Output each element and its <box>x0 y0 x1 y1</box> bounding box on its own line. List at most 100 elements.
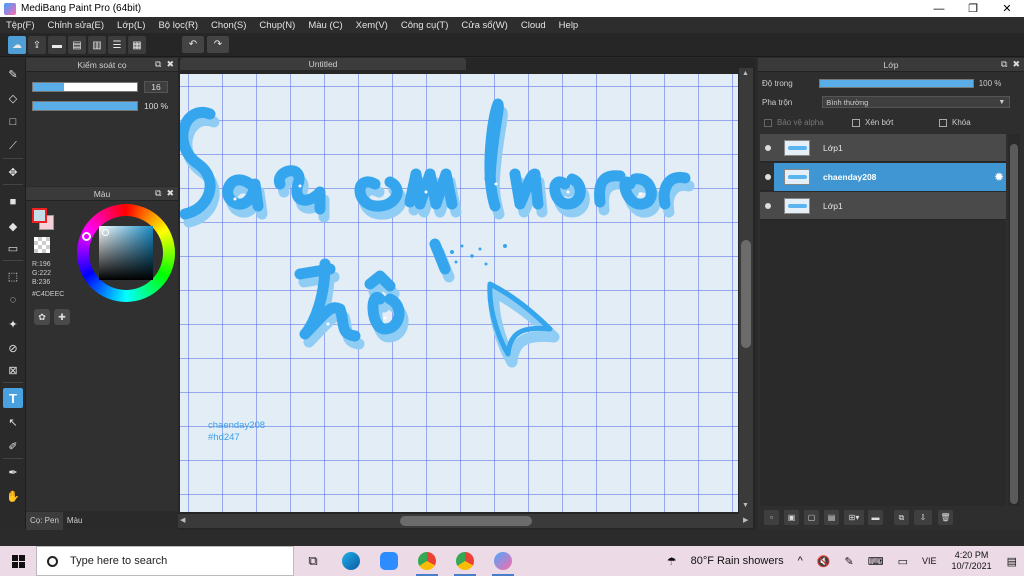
close-panel-icon[interactable]: ✖ <box>166 59 174 70</box>
chrome-profile-icon[interactable] <box>446 546 484 576</box>
keyboard-icon[interactable]: ⌨ <box>868 555 884 568</box>
upload-icon[interactable]: ⇪ <box>28 36 46 54</box>
taskbar-search[interactable]: Type here to search <box>36 546 294 576</box>
edge-icon[interactable] <box>332 546 370 576</box>
menu-window[interactable]: Cửa sổ(W) <box>461 20 507 31</box>
new-layer-icon[interactable]: ▫ <box>764 510 779 525</box>
hue-marker[interactable] <box>82 232 91 241</box>
new-8bit-layer-icon[interactable]: ▢ <box>804 510 819 525</box>
transparent-color-swatch[interactable] <box>34 237 50 253</box>
lock-checkbox[interactable]: Khóa <box>939 118 971 127</box>
brush-tool-icon[interactable]: ✎ <box>3 64 23 84</box>
vertical-scroll-thumb[interactable] <box>741 240 751 348</box>
clipping-checkbox[interactable]: Xén bớt <box>852 118 893 127</box>
grid-icon[interactable]: ▦ <box>128 36 146 54</box>
dot-tool-icon[interactable]: □ <box>3 112 23 132</box>
menu-filter[interactable]: Bộ lọc(R) <box>158 20 198 31</box>
move-tool-icon[interactable]: ✥ <box>3 162 23 182</box>
drawing-canvas[interactable]: chaenday208 #hd247 <box>180 74 738 512</box>
scroll-left-icon[interactable]: ◀ <box>180 516 185 524</box>
close-panel-icon[interactable]: ✖ <box>1012 59 1020 70</box>
blur-tool-icon[interactable]: ⟋ <box>3 136 23 156</box>
new-1bit-layer-icon[interactable]: ▤ <box>824 510 839 525</box>
duplicate-layer-icon[interactable]: ⧉ <box>894 510 909 525</box>
list-icon[interactable]: ☰ <box>108 36 126 54</box>
menu-capture[interactable]: Chụp(N) <box>259 20 295 31</box>
close-panel-icon[interactable]: ✖ <box>166 188 174 199</box>
undo-icon[interactable]: ↶ <box>182 36 204 53</box>
lasso-tool-icon[interactable]: ◌ <box>3 290 23 310</box>
pen-icon[interactable]: ✎ <box>845 555 854 568</box>
new-halftone-layer-icon[interactable]: ▣ <box>784 510 799 525</box>
eraser-tool-icon[interactable]: ◇ <box>3 88 23 108</box>
folder-icon[interactable]: ▬ <box>868 510 883 525</box>
scroll-down-icon[interactable]: ▼ <box>742 502 749 509</box>
text-tool-icon[interactable]: T <box>3 388 23 408</box>
undock-icon[interactable]: ⧉ <box>155 188 161 199</box>
sv-marker[interactable] <box>102 229 109 236</box>
undock-icon[interactable]: ⧉ <box>155 59 161 70</box>
menu-cloud[interactable]: Cloud <box>521 20 546 31</box>
document-icon[interactable]: ▥ <box>88 36 106 54</box>
delete-layer-icon[interactable]: 🗑 <box>938 510 953 525</box>
minimize-button[interactable]: — <box>922 0 956 17</box>
task-view-icon[interactable]: ⧉ <box>294 546 332 576</box>
menu-file[interactable]: Tệp(F) <box>6 20 35 31</box>
input-language[interactable]: VIE <box>922 556 937 566</box>
chat-icon[interactable]: ▤ <box>68 36 86 54</box>
menu-layer[interactable]: Lớp(L) <box>117 20 145 31</box>
redo-icon[interactable]: ↷ <box>207 36 229 53</box>
menu-color[interactable]: Màu (C) <box>308 20 342 31</box>
color-wheel[interactable] <box>77 204 175 302</box>
merge-layer-icon[interactable]: ⇩ <box>914 510 932 525</box>
scroll-right-icon[interactable]: ▶ <box>743 516 748 524</box>
brush-size-value[interactable]: 16 <box>144 81 168 93</box>
fill-bucket-icon[interactable]: ◆ <box>3 216 23 236</box>
medibang-taskbar-icon[interactable] <box>484 546 522 576</box>
display-icon[interactable]: ▭ <box>898 555 908 568</box>
scroll-up-icon[interactable]: ▲ <box>742 70 749 77</box>
hand-tool-icon[interactable]: ✋ <box>3 486 23 506</box>
document-tab[interactable]: Untitled <box>180 58 466 70</box>
gear-icon[interactable]: ✹ <box>994 170 1004 184</box>
comment-icon[interactable]: ▬ <box>48 36 66 54</box>
primary-color-swatch[interactable] <box>32 208 47 223</box>
clock[interactable]: 4:20 PM 10/7/2021 <box>952 550 992 572</box>
weather-icon[interactable]: ☂ <box>667 555 677 568</box>
select-rect-icon[interactable]: ⬚ <box>3 266 23 286</box>
menu-view[interactable]: Xem(V) <box>356 20 388 31</box>
visibility-icon[interactable] <box>765 202 771 209</box>
weather-text[interactable]: 80°F Rain showers <box>691 555 784 567</box>
rectangle-tool-icon[interactable]: ■ <box>3 192 23 212</box>
visibility-icon[interactable] <box>765 173 771 180</box>
brush-size-slider[interactable] <box>32 82 138 92</box>
layer-item-selected[interactable]: chaenday208 ✹ <box>760 163 1006 191</box>
operation-tool-icon[interactable]: ↖ <box>3 412 23 432</box>
magic-wand-icon[interactable]: ✦ <box>3 314 23 334</box>
start-button[interactable] <box>0 546 36 576</box>
brush-opacity-slider[interactable] <box>32 101 138 111</box>
visibility-icon[interactable] <box>765 144 771 151</box>
maximize-button[interactable]: ❐ <box>956 0 990 17</box>
menu-help[interactable]: Help <box>559 20 579 31</box>
volume-mute-icon[interactable]: 🔇 <box>817 555 831 568</box>
tab-brush[interactable]: Cọ: Pen <box>26 512 63 530</box>
layer-item[interactable]: Lớp1 <box>760 134 1006 162</box>
eyedropper-icon[interactable]: ✒ <box>3 462 23 482</box>
close-button[interactable]: ✕ <box>990 0 1024 17</box>
blend-mode-select[interactable]: Bình thường ▼ <box>822 96 1011 108</box>
selected-layer-highlight[interactable]: chaenday208 ✹ <box>774 163 1006 191</box>
add-layer-dropdown-icon[interactable]: ⊞▾ <box>844 510 864 525</box>
layer-item[interactable]: Lớp1 <box>760 192 1006 220</box>
notification-icon[interactable]: ▤ <box>1007 555 1017 568</box>
select-pen-icon[interactable]: ⊘ <box>3 338 23 358</box>
tab-color[interactable]: Màu <box>63 512 87 530</box>
protect-alpha-checkbox[interactable]: Bảo vệ alpha <box>764 118 824 127</box>
canvas-horizontal-scrollbar[interactable]: ◀ ▶ <box>178 514 753 528</box>
menu-tools[interactable]: Công cụ(T) <box>401 20 449 31</box>
gradient-tool-icon[interactable]: ▭ <box>3 238 23 258</box>
palette-icon[interactable]: ✿ <box>34 309 50 325</box>
divide-tool-icon[interactable]: ✐ <box>3 436 23 456</box>
layer-list-scrollbar[interactable] <box>1008 134 1020 506</box>
cloud-icon[interactable]: ☁ <box>8 36 26 54</box>
